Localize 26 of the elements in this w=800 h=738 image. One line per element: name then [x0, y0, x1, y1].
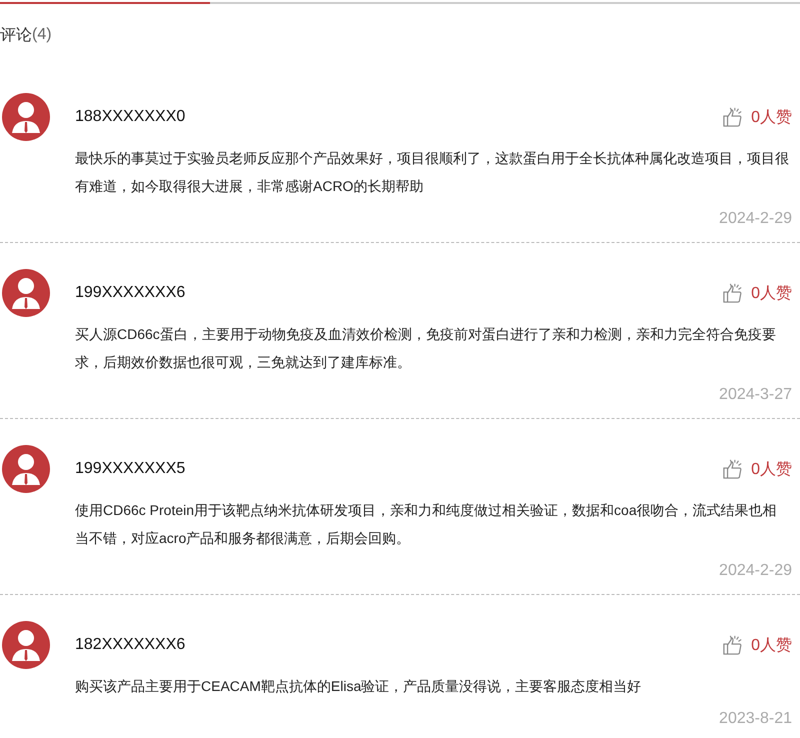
comment-date: 2024-3-27 — [719, 385, 792, 405]
comment-text: 买人源CD66c蛋白，主要用于动物免疫及血清效价检测，免疫前对蛋白进行了亲和力检测，亲和力完全符合免疫要求，后期效价数据也很可观，三免就达到了建库标准。 — [75, 325, 777, 372]
avatar-icon — [2, 269, 50, 317]
username: 188XXXXXXX0 — [75, 108, 186, 126]
like-button[interactable]: 0人赞 — [722, 458, 800, 480]
comment-text: 最快乐的事莫过于实验员老师反应那个产品效果好，项目很顺利了，这款蛋白用于全长抗体种属化改造项目，项目很有难道，如今取得很大进展，非常感谢ACRO的长期帮助 — [75, 149, 790, 196]
comment-text: 购买该产品主要用于CEACAM靶点抗体的Elisa验证，产品质量没得说，主要客服态度相当好 — [75, 677, 642, 696]
thumbs-up-icon — [722, 283, 744, 303]
like-button[interactable]: 0人赞 — [722, 634, 800, 656]
avatar-icon — [2, 93, 50, 141]
username: 199XXXXXXX6 — [75, 284, 186, 302]
username: 199XXXXXXX5 — [75, 460, 186, 478]
thumbs-up-icon — [722, 459, 744, 479]
avatar-icon — [2, 621, 50, 669]
thumbs-up-icon — [722, 107, 744, 127]
comment-text: 使用CD66c Protein用于该靶点纳米抗体研发项目，亲和力和纯度做过相关验证，数据和coa很吻合，流式结果也相当不错，对应acro产品和服务都很满意，后期会回购。 — [75, 501, 778, 548]
username: 182XXXXXXX6 — [75, 636, 186, 654]
like-button[interactable]: 0人赞 — [722, 106, 800, 128]
avatar-icon — [2, 445, 50, 493]
section-title: 评论 — [0, 26, 32, 46]
thumbs-up-icon — [722, 635, 744, 655]
like-button[interactable]: 0人赞 — [722, 282, 800, 304]
comment-count: (4) — [32, 26, 52, 44]
comment-date: 2023-8-21 — [719, 709, 792, 729]
comment-date: 2024-2-29 — [719, 561, 792, 581]
comment-date: 2024-2-29 — [719, 209, 792, 229]
